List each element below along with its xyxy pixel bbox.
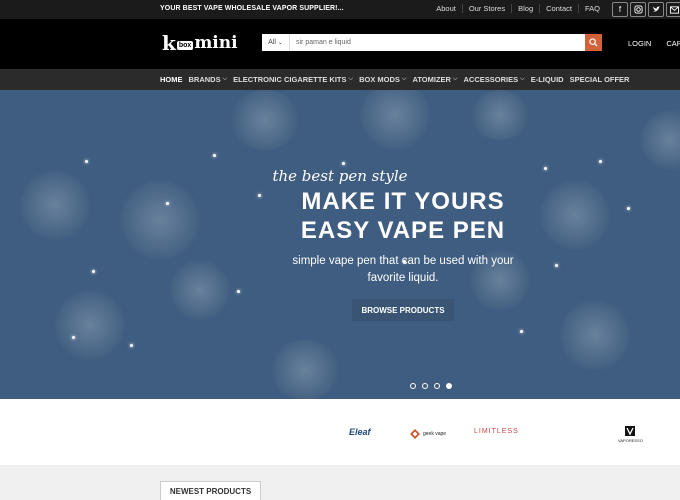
bokeh-light — [470, 90, 530, 140]
bokeh-light — [560, 300, 630, 370]
bokeh-light — [230, 90, 300, 150]
chevron-down-icon: ⌄ — [277, 40, 283, 46]
slider-dot-4[interactable] — [446, 383, 452, 389]
geekvape-logo[interactable]: geek vape — [410, 429, 446, 439]
chevron-down-icon: ⌵ — [348, 76, 354, 82]
blog-link[interactable]: Blog — [511, 4, 539, 13]
nav-label: ACCESSORIES — [463, 75, 519, 84]
twitter-icon[interactable] — [648, 2, 664, 17]
instagram-icon[interactable] — [630, 2, 646, 17]
bokeh-light — [270, 340, 340, 399]
site-logo[interactable]: k box mini — [162, 31, 238, 55]
login-link[interactable]: LOGIN — [628, 39, 651, 48]
tagline: YOUR BEST VAPE WHOLESALE VAPOR SUPPLIER!… — [160, 5, 344, 12]
products-section: NEWEST PRODUCTS — [0, 465, 680, 500]
hero-subtext-line1: simple vape pen that can be used with yo… — [292, 255, 514, 267]
star-light — [237, 290, 240, 293]
star-light — [520, 330, 523, 333]
nav-item-electronic-cigarette-kits[interactable]: ELECTRONIC CIGARETTE KITS ⌵ — [233, 75, 353, 84]
nav-item-box-mods[interactable]: BOX MODS ⌵ — [359, 75, 406, 84]
bokeh-light — [360, 90, 430, 150]
logo-text-k: k — [162, 31, 176, 55]
nav-item-special-offer[interactable]: SPECIAL OFFER — [570, 75, 630, 84]
email-icon[interactable] — [666, 2, 680, 17]
about-link[interactable]: About — [430, 4, 462, 13]
nav-label: SPECIAL OFFER — [569, 75, 630, 84]
nav-label: ELECTRONIC CIGARETTE KITS — [233, 75, 347, 84]
hero-subtext-line2: favorite liquid. — [367, 272, 439, 284]
search-category-select[interactable]: All ⌄ — [262, 34, 290, 51]
site-header: k box mini All ⌄ sir paman e liquid LOGI… — [0, 19, 680, 69]
chevron-down-icon: ⌵ — [222, 76, 228, 82]
chevron-down-icon: ⌵ — [401, 76, 407, 82]
nav-item-atomizer[interactable]: ATOMIZER ⌵ — [412, 75, 457, 84]
nav-item-brands[interactable]: BRANDS ⌵ — [189, 75, 228, 84]
facebook-icon[interactable]: f — [612, 2, 628, 17]
slider-dot-1[interactable] — [410, 383, 416, 389]
slider-dots — [410, 383, 458, 389]
search-icon — [589, 38, 598, 47]
search-button[interactable] — [585, 34, 602, 51]
nav-item-e-liquid[interactable]: E-LIQUID — [531, 75, 564, 84]
logo-text-mini: mini — [194, 33, 238, 53]
chevron-down-icon: ⌵ — [520, 76, 525, 82]
geekvape-text: geek vape — [423, 431, 447, 437]
chevron-down-icon: ⌵ — [452, 76, 458, 82]
vaporesso-text: VAPORESSO — [618, 438, 643, 443]
our-stores-link[interactable]: Our Stores — [461, 4, 511, 13]
nav-label: BOX MODS — [359, 75, 400, 84]
hero-slider: the best pen style MAKE IT YOURS EASY VA… — [0, 90, 680, 399]
top-bar: YOUR BEST VAPE WHOLESALE VAPOR SUPPLIER!… — [0, 0, 680, 19]
star-light — [130, 344, 133, 347]
faq-link[interactable]: FAQ — [577, 4, 606, 13]
search-bar: All ⌄ sir paman e liquid — [262, 34, 602, 51]
tab-newest-products[interactable]: NEWEST PRODUCTS — [160, 481, 261, 500]
logo-text-box: box — [176, 40, 194, 50]
nav-item-home[interactable]: HOME — [160, 75, 183, 84]
cart-link[interactable]: CART — [666, 39, 680, 48]
browse-products-button[interactable]: BROWSE PRODUCTS — [352, 299, 454, 321]
search-input[interactable]: sir paman e liquid — [290, 39, 585, 46]
star-light — [342, 162, 345, 165]
hero-heading-line2: EASY VAPE PEN — [300, 217, 506, 244]
nav-label: E-LIQUID — [530, 75, 564, 84]
brand-logos: Eleaf geek vape LIMITLESS VAPORESSO — [0, 399, 680, 465]
star-light — [599, 160, 602, 163]
vaporesso-logo[interactable]: VAPORESSO — [618, 425, 643, 443]
main-nav: HOME BRANDS ⌵ ELECTRONIC CIGARETTE KITS ⌵ … — [0, 69, 680, 90]
header-account: LOGIN CART — [628, 39, 680, 48]
geekvape-mark-icon — [410, 429, 420, 439]
top-links: About Our Stores Blog Contact FAQ — [430, 4, 606, 13]
eleaf-logo[interactable]: Eleaf — [349, 427, 371, 437]
vaporesso-mark-icon — [625, 426, 636, 436]
nav-label: ATOMIZER — [412, 75, 451, 84]
hero-subtext: simple vape pen that can be used with yo… — [0, 253, 680, 287]
star-light — [85, 160, 88, 163]
slider-dot-2[interactable] — [422, 383, 428, 389]
bokeh-light — [55, 290, 125, 360]
nav-item-accessories[interactable]: ACCESSORIES ⌵ — [464, 75, 525, 84]
slider-dot-3[interactable] — [434, 383, 440, 389]
star-light — [213, 154, 216, 157]
hero-script-text: the best pen style — [272, 167, 408, 185]
social-icons: f — [612, 2, 680, 17]
bokeh-light — [640, 110, 680, 170]
search-category-value: All — [268, 39, 276, 46]
limitless-logo[interactable]: LIMITLESS — [474, 428, 519, 435]
nav-label: HOME — [160, 75, 183, 84]
star-light — [72, 336, 75, 339]
contact-link[interactable]: Contact — [539, 4, 578, 13]
nav-label: BRANDS — [188, 75, 221, 84]
hero-heading-line1: MAKE IT YOURS — [301, 188, 505, 215]
